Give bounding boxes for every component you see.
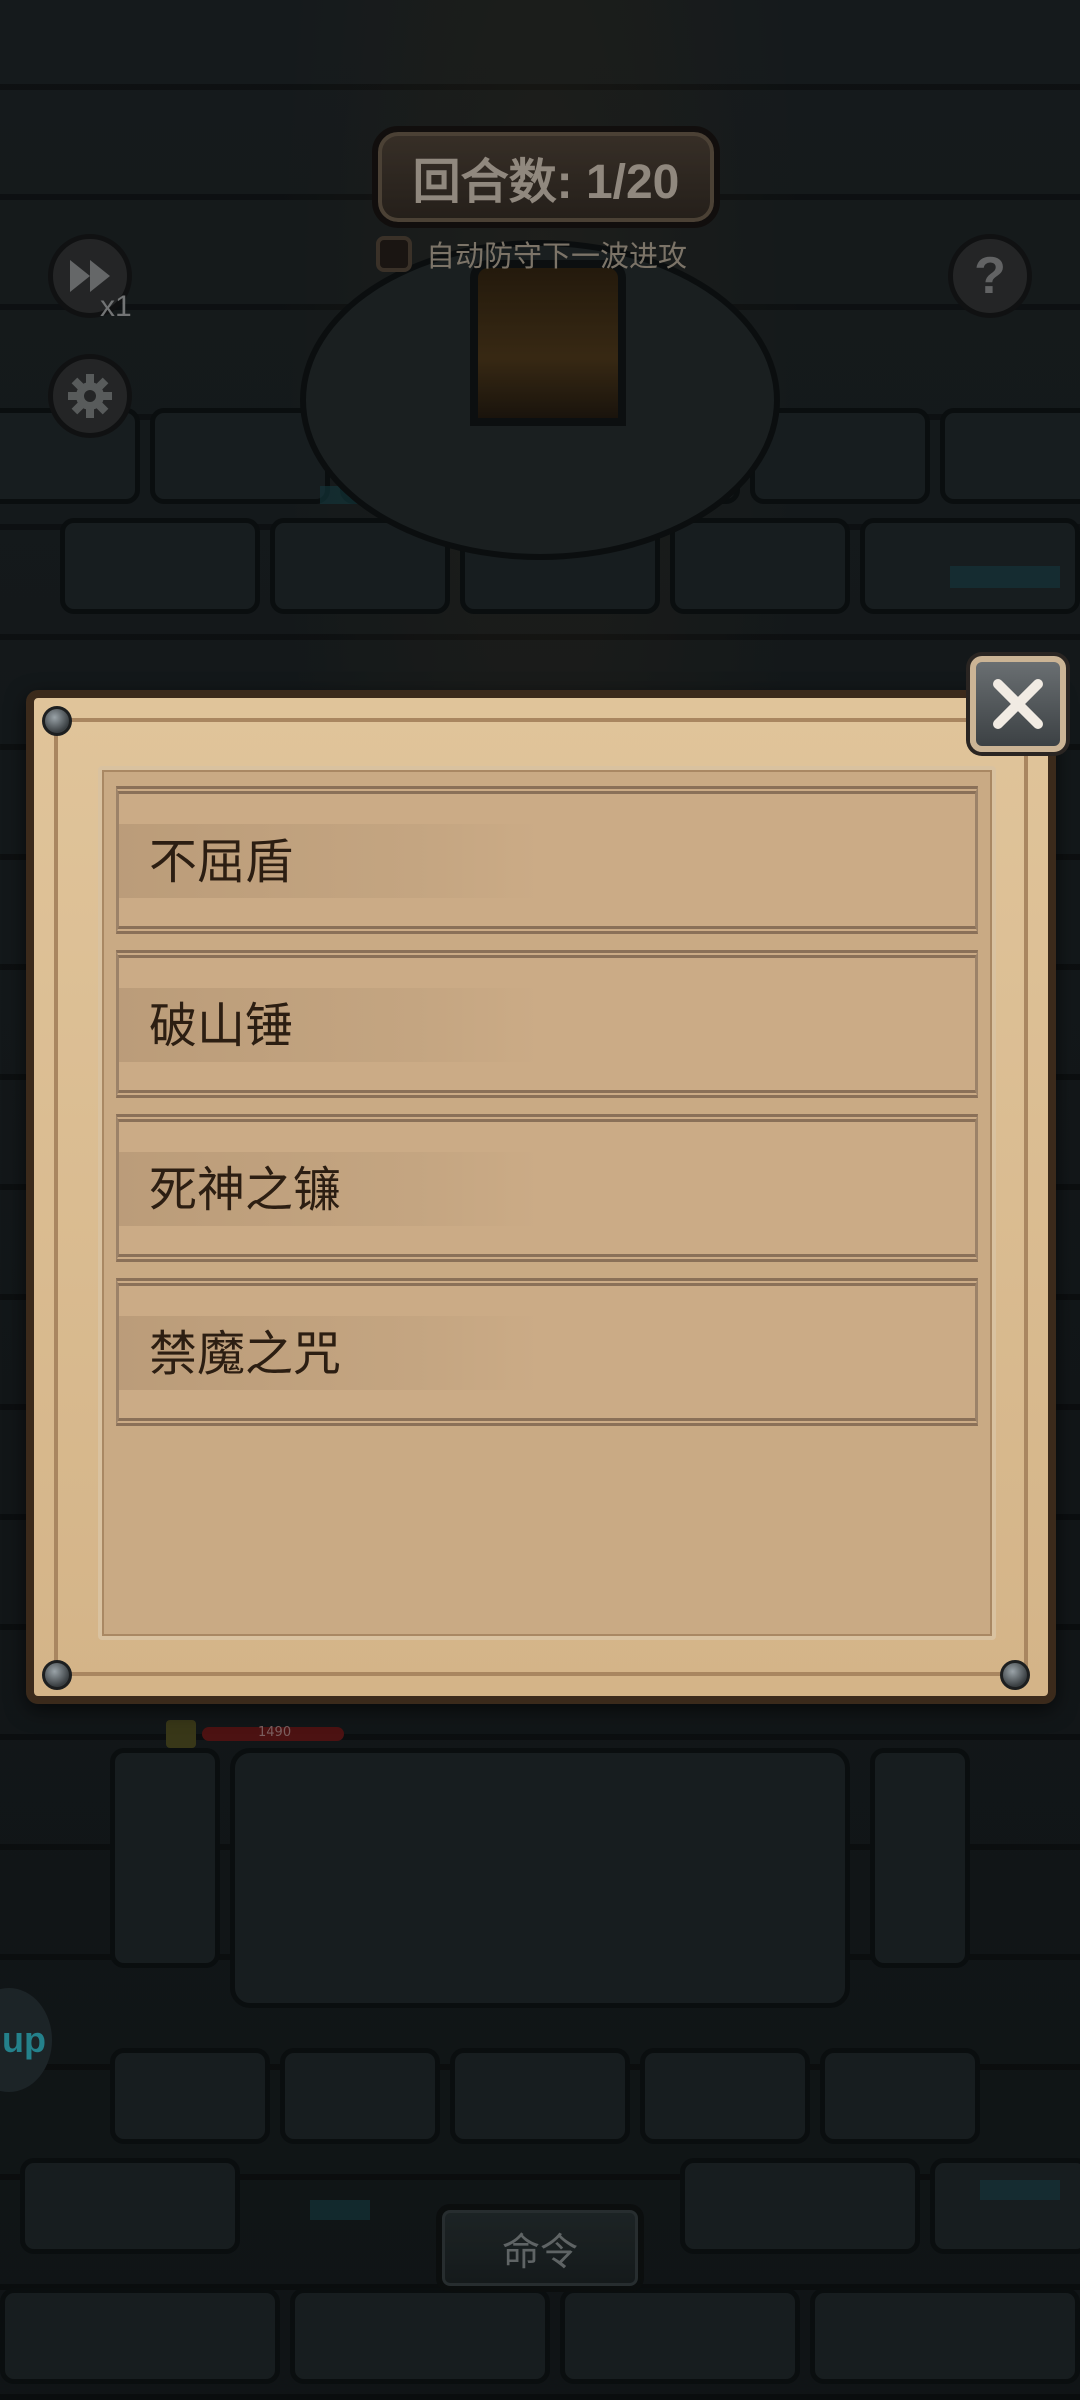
item-label: 破山锤 xyxy=(149,998,294,1054)
rivet xyxy=(42,706,72,736)
close-button[interactable] xyxy=(970,656,1066,752)
item-label: 不屈盾 xyxy=(149,834,294,890)
item-label: 禁魔之咒 xyxy=(149,1326,342,1382)
list-item[interactable]: 破山锤 xyxy=(116,950,978,1098)
item-list: 不屈盾 破山锤 死神之镰 禁魔之咒 xyxy=(98,766,996,1640)
item-label: 死神之镰 xyxy=(149,1162,342,1218)
list-item[interactable]: 禁魔之咒 xyxy=(116,1278,978,1426)
close-icon xyxy=(993,679,1043,729)
rivet xyxy=(42,1660,72,1690)
rivet xyxy=(1000,1660,1030,1690)
list-item[interactable]: 死神之镰 xyxy=(116,1114,978,1262)
item-dialog: 不屈盾 破山锤 死神之镰 禁魔之咒 xyxy=(26,690,1056,1704)
list-item[interactable]: 不屈盾 xyxy=(116,786,978,934)
